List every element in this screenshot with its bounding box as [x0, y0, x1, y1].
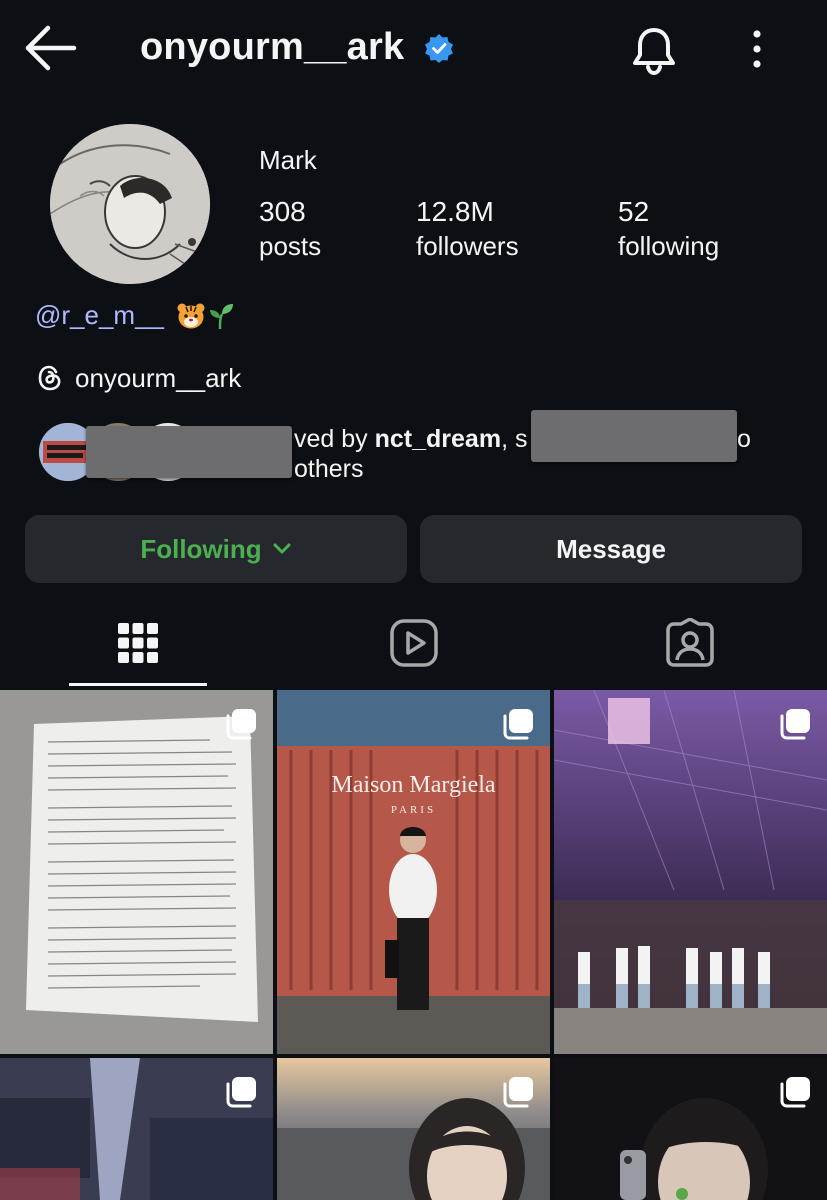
tiger-face-icon: [177, 303, 205, 328]
post-image: [277, 690, 550, 1054]
followed-by-row[interactable]: ved by nct_dream, s o others: [36, 410, 796, 486]
followed-by-others: others: [294, 455, 364, 483]
grid-post-letter[interactable]: [0, 690, 273, 1054]
tab-reels[interactable]: [276, 600, 551, 686]
multiple-photos-icon: [503, 709, 533, 740]
message-button[interactable]: Message: [420, 515, 802, 583]
bio-mention-link[interactable]: @r_e_m__: [35, 300, 164, 331]
more-options-button[interactable]: [740, 26, 774, 72]
multiple-photos-icon: [780, 1077, 810, 1108]
posts-count-number: 308: [259, 196, 306, 227]
message-button-label: Message: [556, 533, 666, 564]
grid-icon: [117, 623, 158, 663]
post-image: [0, 690, 273, 1054]
margiela-subtitle: PARIS: [390, 804, 437, 816]
verified-badge-icon: [425, 34, 453, 63]
posts-grid: Maison Margiela PARIS: [0, 690, 827, 1200]
active-tab-indicator: [69, 683, 207, 686]
followed-by-prefix: ved by: [294, 425, 375, 453]
followers-count-number: 12.8M: [416, 196, 494, 227]
tagged-person-icon: [665, 618, 714, 667]
multiple-photos-icon: [226, 1077, 256, 1108]
followed-by-trailing: o: [737, 425, 751, 453]
grid-post-interior[interactable]: [0, 1058, 273, 1200]
bio: @r_e_m__: [35, 300, 234, 331]
followed-by-middle: , s: [501, 425, 528, 453]
following-count-label: following: [618, 231, 720, 261]
profile-username: onyourm__ark: [140, 26, 405, 68]
notifications-button[interactable]: [626, 22, 682, 78]
threads-link[interactable]: onyourm__ark: [35, 360, 241, 396]
followed-by-text: ved by nct_dream, s: [294, 424, 527, 454]
following-count[interactable]: 52 following: [618, 195, 719, 263]
grid-post-selfie[interactable]: [554, 1058, 827, 1200]
tab-tagged[interactable]: [552, 600, 827, 686]
threads-handle: onyourm__ark: [75, 362, 242, 393]
multiple-photos-icon: [780, 709, 810, 740]
followers-count[interactable]: 12.8M followers: [416, 195, 519, 263]
posts-count-label: posts: [259, 231, 322, 261]
top-bar: onyourm__ark: [0, 0, 827, 100]
chevron-down-icon: [273, 543, 291, 554]
followed-by-name[interactable]: nct_dream: [375, 425, 501, 453]
profile-tabs: [0, 600, 827, 688]
grid-post-margiela[interactable]: Maison Margiela PARIS: [277, 690, 550, 1054]
multiple-photos-icon: [503, 1077, 533, 1108]
redaction-block: [86, 426, 292, 478]
back-button[interactable]: [22, 22, 82, 74]
arrow-left-icon: [25, 25, 77, 71]
post-image: [554, 690, 827, 1054]
bio-emojis: [176, 302, 234, 330]
profile-avatar[interactable]: [50, 124, 210, 284]
grid-post-concert[interactable]: [554, 690, 827, 1054]
multiple-photos-icon: [226, 709, 256, 740]
reels-icon: [389, 619, 438, 667]
redaction-block: [531, 410, 737, 462]
avatar-sketch-image: [50, 124, 210, 284]
following-count-number: 52: [618, 196, 650, 227]
grid-post-portrait[interactable]: [277, 1058, 550, 1200]
threads-icon: [38, 365, 61, 391]
following-button[interactable]: Following: [25, 515, 407, 583]
display-name: Mark: [259, 145, 317, 175]
bell-icon: [633, 28, 675, 76]
seedling-icon: [210, 303, 234, 329]
followers-count-label: followers: [416, 231, 519, 261]
tab-posts-grid[interactable]: [0, 600, 275, 686]
following-button-label: Following: [140, 533, 262, 564]
more-vertical-icon: [753, 30, 761, 68]
margiela-title: Maison Margiela: [331, 772, 496, 798]
posts-count[interactable]: 308 posts: [259, 195, 321, 263]
